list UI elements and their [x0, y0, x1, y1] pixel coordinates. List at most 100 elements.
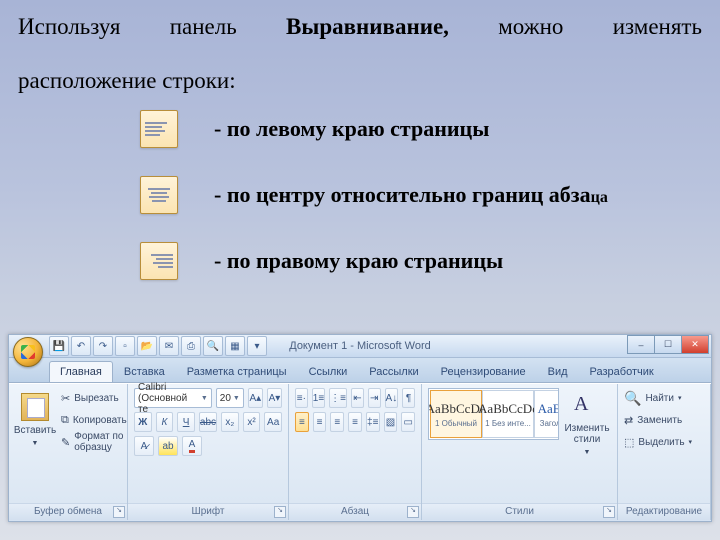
- qat-open-icon[interactable]: 📂: [137, 336, 157, 356]
- subscript-button[interactable]: x₂: [221, 412, 239, 432]
- alignment-item-center-tail: ца: [591, 189, 608, 206]
- style-name: 1 Обычный: [435, 419, 477, 428]
- shading-button[interactable]: ▧: [384, 412, 398, 432]
- italic-button[interactable]: К: [156, 412, 174, 432]
- font-size-combo[interactable]: 20▼: [216, 388, 244, 408]
- intro-word-5: изменять: [613, 14, 702, 40]
- qat-undo-icon[interactable]: ↶: [71, 336, 91, 356]
- alignment-item-center: - по центру относительно границ абзаца: [0, 176, 720, 214]
- font-launcher-icon[interactable]: ↘: [274, 506, 286, 518]
- replace-icon: [624, 414, 633, 427]
- qat-preview-icon[interactable]: 🔍: [203, 336, 223, 356]
- group-styles-label: Стили ↘: [422, 503, 617, 520]
- align-justify-button[interactable]: ≡: [348, 412, 362, 432]
- alignment-items: - по левому краю страницы - по центру от…: [0, 110, 720, 308]
- qat-table-icon[interactable]: ▦: [225, 336, 245, 356]
- borders-button[interactable]: ▭: [401, 412, 415, 432]
- numbering-button[interactable]: 1≡: [312, 388, 325, 408]
- find-button[interactable]: Найти ▾: [624, 388, 704, 408]
- font-name-combo[interactable]: Calibri (Основной те▼: [134, 388, 212, 408]
- qat-more-icon[interactable]: ▾: [247, 336, 267, 356]
- highlight-button[interactable]: ab: [158, 436, 178, 456]
- cut-button[interactable]: Вырезать: [61, 388, 127, 408]
- window-title: Документ 1 - Microsoft Word: [289, 340, 431, 352]
- style-item[interactable]: AaBbCcDd 1 Обычный: [430, 390, 482, 438]
- tab-insert[interactable]: Вставка: [113, 361, 176, 382]
- group-clipboard-label: Буфер обмена ↘: [9, 503, 127, 520]
- align-left-button[interactable]: ≡: [295, 412, 309, 432]
- align-center-button[interactable]: ≡: [313, 412, 327, 432]
- maximize-button[interactable]: ☐: [654, 335, 682, 354]
- qat-save-icon[interactable]: 💾: [49, 336, 69, 356]
- sort-button[interactable]: A↓: [385, 388, 399, 408]
- format-painter-button[interactable]: Формат по образцу: [61, 432, 127, 452]
- style-item[interactable]: AaBbCcDc 1 Без инте...: [482, 390, 534, 438]
- office-button-icon[interactable]: [13, 337, 43, 367]
- group-styles: AaBbCcDd 1 Обычный AaBbCcDc 1 Без инте..…: [422, 384, 618, 520]
- align-right-button[interactable]: ≡: [330, 412, 344, 432]
- qat-mail-icon[interactable]: ✉: [159, 336, 179, 356]
- paste-button[interactable]: Вставить ▼: [15, 388, 55, 489]
- tab-developer[interactable]: Разработчик: [579, 361, 665, 382]
- chevron-down-icon: ▼: [584, 449, 591, 456]
- tab-mailings[interactable]: Рассылки: [358, 361, 429, 382]
- alignment-item-center-main: - по центру относительно границ абза: [214, 182, 591, 207]
- close-button[interactable]: ✕: [681, 335, 709, 354]
- superscript-button[interactable]: x²: [243, 412, 261, 432]
- chevron-down-icon: ▼: [32, 440, 39, 447]
- copy-button[interactable]: Копировать: [61, 410, 127, 430]
- group-paragraph-label: Абзац ↘: [289, 503, 421, 520]
- alignment-item-right-text: - по правому краю страницы: [214, 248, 503, 274]
- find-label: Найти: [645, 393, 674, 404]
- replace-button[interactable]: Заменить: [624, 410, 704, 430]
- style-sample: AaBbCcDc: [478, 401, 538, 417]
- group-font-label: Шрифт ↘: [128, 503, 288, 520]
- bullets-button[interactable]: ≡·: [295, 388, 308, 408]
- cut-label: Вырезать: [74, 393, 118, 404]
- group-editing: Найти ▾ Заменить Выделить ▾ Редактирован…: [618, 384, 711, 520]
- change-case-button[interactable]: Aa: [264, 412, 282, 432]
- style-item[interactable]: AaBbCc Заголово...: [534, 390, 559, 438]
- styles-gallery[interactable]: AaBbCcDd 1 Обычный AaBbCcDc 1 Без инте..…: [428, 388, 559, 440]
- font-color-button[interactable]: A: [182, 436, 202, 456]
- group-styles-text: Стили: [505, 506, 534, 517]
- intro-word-2: панель: [170, 14, 237, 40]
- multilevel-button[interactable]: ⋮≡: [329, 388, 347, 408]
- bold-button[interactable]: Ж: [134, 412, 152, 432]
- styles-launcher-icon[interactable]: ↘: [603, 506, 615, 518]
- group-clipboard: Вставить ▼ Вырезать Копировать: [9, 384, 128, 520]
- inc-indent-button[interactable]: ⇥: [368, 388, 381, 408]
- strike-button[interactable]: abc: [199, 412, 217, 432]
- clipboard-launcher-icon[interactable]: ↘: [113, 506, 125, 518]
- minimize-button[interactable]: –: [627, 335, 655, 354]
- qat-print-icon[interactable]: ⎙: [181, 336, 201, 356]
- dec-indent-button[interactable]: ⇤: [351, 388, 364, 408]
- qat-new-icon[interactable]: ▫: [115, 336, 135, 356]
- align-left-icon: [140, 110, 178, 148]
- grow-font-button[interactable]: A▴: [248, 388, 263, 408]
- font-name-value: Calibri (Основной те: [138, 382, 199, 415]
- quick-access-toolbar: 💾 ↶ ↷ ▫ 📂 ✉ ⎙ 🔍 ▦ ▾: [49, 336, 267, 356]
- group-clipboard-text: Буфер обмена: [34, 506, 102, 517]
- paragraph-launcher-icon[interactable]: ↘: [407, 506, 419, 518]
- change-styles-button[interactable]: A Изменить стили ▼: [563, 388, 611, 489]
- group-editing-text: Редактирование: [626, 506, 702, 517]
- underline-button[interactable]: Ч: [177, 412, 195, 432]
- qat-redo-icon[interactable]: ↷: [93, 336, 113, 356]
- find-icon: [624, 390, 641, 407]
- chevron-down-icon: ▼: [201, 395, 208, 402]
- copy-icon: [61, 414, 69, 427]
- alignment-item-left: - по левому краю страницы: [0, 110, 720, 148]
- group-paragraph-text: Абзац: [341, 506, 369, 517]
- tab-view[interactable]: Вид: [537, 361, 579, 382]
- tab-review[interactable]: Рецензирование: [430, 361, 537, 382]
- shrink-font-button[interactable]: A▾: [267, 388, 282, 408]
- tab-references[interactable]: Ссылки: [298, 361, 359, 382]
- clear-format-button[interactable]: A̷: [134, 436, 154, 456]
- tab-layout[interactable]: Разметка страницы: [176, 361, 298, 382]
- select-button[interactable]: Выделить ▾: [624, 432, 704, 452]
- line-spacing-button[interactable]: ‡≡: [366, 412, 380, 432]
- tab-home[interactable]: Главная: [49, 361, 113, 382]
- align-right-icon: [140, 242, 178, 280]
- show-marks-button[interactable]: ¶: [402, 388, 415, 408]
